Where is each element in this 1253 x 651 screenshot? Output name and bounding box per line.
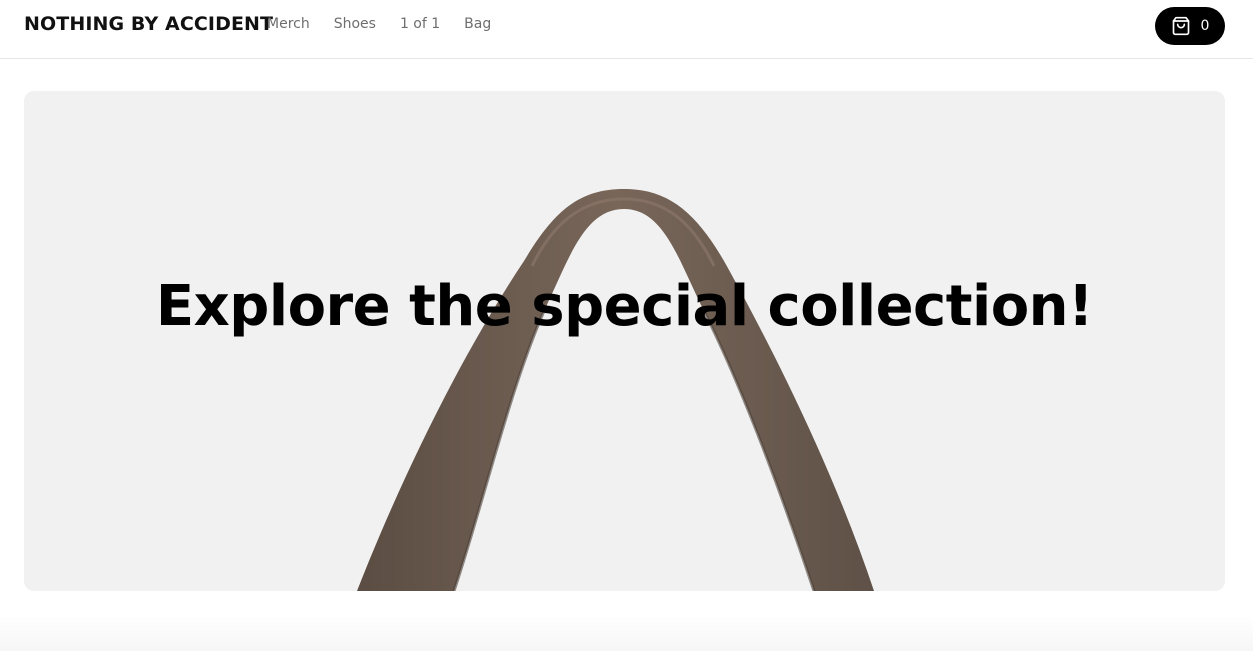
cart-button[interactable]: 0 xyxy=(1155,7,1225,45)
main-nav: Merch Shoes 1 of 1 Bag xyxy=(267,16,491,32)
brand-logo[interactable]: NOTHING BY ACCIDENT xyxy=(24,13,273,35)
shopping-bag-icon xyxy=(1171,16,1191,36)
site-header: NOTHING BY ACCIDENT Merch Shoes 1 of 1 B… xyxy=(0,0,1253,59)
nav-item-shoes[interactable]: Shoes xyxy=(334,16,376,32)
nav-item-bag[interactable]: Bag xyxy=(464,16,491,32)
nav-item-1-of-1[interactable]: 1 of 1 xyxy=(400,16,440,32)
hero-banner[interactable]: Explore the special collection! xyxy=(24,91,1225,591)
hero-title: Explore the special collection! xyxy=(155,274,1094,339)
tote-bag-image xyxy=(357,189,874,591)
cart-count: 0 xyxy=(1200,18,1210,34)
nav-item-merch[interactable]: Merch xyxy=(267,16,310,32)
section-divider xyxy=(0,616,1253,651)
